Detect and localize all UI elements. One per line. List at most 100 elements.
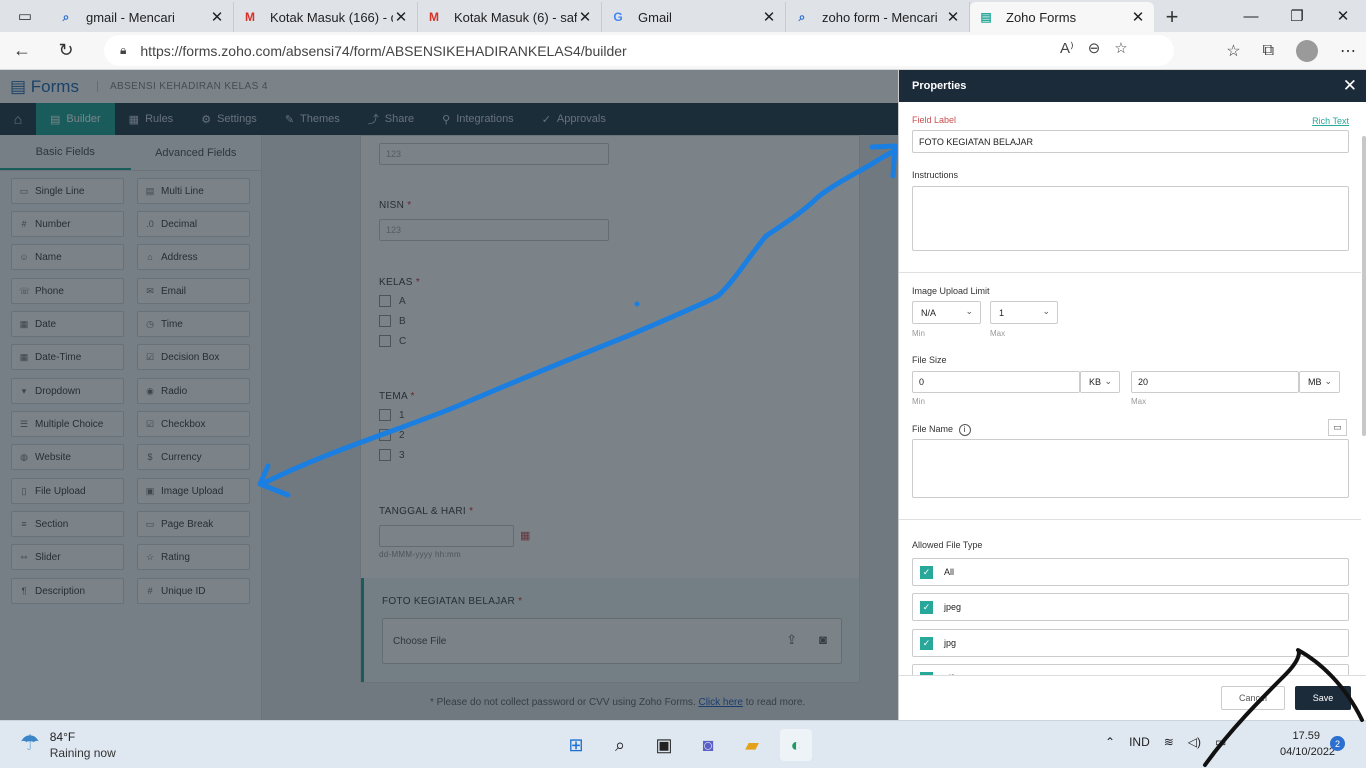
close-icon[interactable]: ✕ <box>1343 76 1357 96</box>
field-decision-box[interactable]: ☑ Decision Box <box>137 344 250 370</box>
favorites-icon[interactable]: ☆ <box>1226 41 1240 61</box>
close-tab-icon[interactable]: ✕ <box>945 8 961 26</box>
note-link[interactable]: Click here <box>698 697 742 708</box>
file-type-option[interactable]: ✓gif <box>912 664 1349 675</box>
restore-icon[interactable]: ❐ <box>1274 0 1320 32</box>
field-website[interactable]: ◍ Website <box>11 444 124 470</box>
close-tab-icon[interactable]: ✕ <box>209 8 225 26</box>
kelas-option[interactable]: B <box>379 315 406 327</box>
field-time[interactable]: ◷ Time <box>137 311 250 337</box>
nav-themes[interactable]: ✎ Themes <box>271 103 354 135</box>
chevron-up-icon[interactable]: ⌃ <box>1105 735 1115 749</box>
field-multi-line[interactable]: ▤ Multi Line <box>137 178 250 204</box>
size-min-unit-select[interactable]: KB ⌄ <box>1080 371 1120 393</box>
field-name[interactable]: ☺ Name <box>11 244 124 270</box>
edge-icon[interactable]: ◐ <box>780 729 812 761</box>
field-phone[interactable]: ☏ Phone <box>11 278 124 304</box>
browser-tab[interactable]: G Gmail ✕ <box>602 2 786 32</box>
instructions-textarea[interactable] <box>912 186 1349 251</box>
battery-icon[interactable]: ▭ <box>1215 735 1226 749</box>
windows-start-icon[interactable]: ⊞ <box>560 729 592 761</box>
field-page-break[interactable]: ▭ Page Break <box>137 511 250 537</box>
kelas-option[interactable]: C <box>379 335 406 347</box>
browser-tab[interactable]: ⌕ zoho form - Mencari ✕ <box>786 2 970 32</box>
field-date-time[interactable]: ▦ Date-Time <box>11 344 124 370</box>
weather-widget[interactable]: ☂ 84°F Raining now <box>20 730 116 760</box>
image-upload-box[interactable]: Choose File ⇪ ◙ <box>382 618 842 664</box>
tema-option[interactable]: 3 <box>379 449 405 461</box>
tab-actions-icon[interactable]: ▭ <box>0 0 50 32</box>
field-email[interactable]: ✉ Email <box>137 278 250 304</box>
cancel-button[interactable]: Cancel <box>1221 686 1285 710</box>
back-icon[interactable]: ← <box>0 40 44 61</box>
field-image-upload[interactable]: ▣ Image Upload <box>137 478 250 504</box>
field-section[interactable]: ≡ Section <box>11 511 124 537</box>
nav-share[interactable]: ⤴ Share <box>354 103 428 135</box>
tab-advanced-fields[interactable]: Advanced Fields <box>131 135 262 170</box>
size-max-input[interactable]: 20 <box>1131 371 1299 393</box>
file-type-option[interactable]: ✓ jpeg <box>912 593 1349 621</box>
upload-icon[interactable]: ⇪ <box>786 632 797 648</box>
file-explorer-icon[interactable]: ▰ <box>736 729 768 761</box>
app-logo[interactable]: ▤ Forms <box>10 77 79 97</box>
size-min-input[interactable]: 0 <box>912 371 1080 393</box>
read-aloud-icon[interactable]: A⁾ <box>1060 39 1074 57</box>
tab-basic-fields[interactable]: Basic Fields <box>0 135 131 170</box>
field-address[interactable]: ⌂ Address <box>137 244 250 270</box>
field-number[interactable]: # Number <box>11 211 124 237</box>
field-slider[interactable]: ⇿ Slider <box>11 544 124 570</box>
field-multiple-choice[interactable]: ☰ Multiple Choice <box>11 411 124 437</box>
chat-icon[interactable]: ◙ <box>692 729 724 761</box>
save-button[interactable]: Save <box>1295 686 1351 710</box>
size-max-unit-select[interactable]: MB ⌄ <box>1299 371 1340 393</box>
close-tab-icon[interactable]: ✕ <box>577 8 593 26</box>
close-tab-icon[interactable]: ✕ <box>761 8 777 26</box>
wifi-icon[interactable]: ≋ <box>1164 735 1174 749</box>
nisn-input[interactable]: 123 <box>379 219 609 241</box>
minimize-icon[interactable]: — <box>1228 0 1274 32</box>
tema-option[interactable]: 1 <box>379 409 405 421</box>
browser-tab[interactable]: M Kotak Masuk (6) - safir ✕ <box>418 2 602 32</box>
camera-icon[interactable]: ◙ <box>819 632 827 648</box>
insert-field-icon[interactable]: ▭ <box>1328 419 1347 436</box>
browser-tab[interactable]: ⌕ gmail - Mencari ✕ <box>50 2 234 32</box>
rich-text-link[interactable]: Rich Text <box>1312 116 1349 126</box>
file-type-option[interactable]: ✓ All <box>912 558 1349 586</box>
nav-rules[interactable]: ▦ Rules <box>115 103 188 135</box>
home-icon[interactable]: ⌂ <box>0 103 36 135</box>
form-input-top[interactable]: 123 <box>379 143 609 165</box>
collections-icon[interactable]: ⧉ <box>1263 42 1274 60</box>
field-label-input[interactable]: FOTO KEGIATAN BELAJAR <box>912 130 1349 153</box>
kelas-option[interactable]: A <box>379 295 406 307</box>
calendar-icon[interactable]: ▦ <box>520 529 530 542</box>
selected-field-foto[interactable]: FOTO KEGIATAN BELAJAR * Choose File ⇪ ◙ <box>361 578 859 682</box>
close-window-icon[interactable]: ✕ <box>1320 0 1366 32</box>
browser-tab-active[interactable]: ▤ Zoho Forms ✕ <box>970 2 1154 32</box>
clock[interactable]: 17.59 04/10/2022 <box>1280 728 1335 760</box>
language-indicator[interactable]: IND <box>1129 735 1150 749</box>
more-icon[interactable]: ⋯ <box>1340 41 1356 61</box>
nav-builder[interactable]: ▤ Builder <box>36 103 115 135</box>
zoom-icon[interactable]: ⊖ <box>1088 39 1101 57</box>
scrollbar[interactable] <box>1362 136 1366 436</box>
limit-max-select[interactable]: 1 ⌄ <box>990 301 1058 324</box>
favorite-add-icon[interactable]: ☆ <box>1114 39 1127 57</box>
field-radio[interactable]: ◉ Radio <box>137 378 250 404</box>
field-file-upload[interactable]: ▯ File Upload <box>11 478 124 504</box>
field-single-line[interactable]: ▭ Single Line <box>11 178 124 204</box>
field-dropdown[interactable]: ▾ Dropdown <box>11 378 124 404</box>
field-rating[interactable]: ☆ Rating <box>137 544 250 570</box>
profile-avatar[interactable] <box>1296 40 1318 62</box>
field-currency[interactable]: $ Currency <box>137 444 250 470</box>
field-checkbox[interactable]: ☑ Checkbox <box>137 411 250 437</box>
task-view-icon[interactable]: ▣ <box>648 729 680 761</box>
new-tab-button[interactable]: + <box>1154 2 1190 32</box>
lock-icon[interactable]: 🔒︎ <box>120 43 126 58</box>
field-decimal[interactable]: .0 Decimal <box>137 211 250 237</box>
field-unique-id[interactable]: # Unique ID <box>137 578 250 604</box>
file-type-option[interactable]: ✓ jpg <box>912 629 1349 657</box>
date-input[interactable] <box>379 525 514 547</box>
nav-integrations[interactable]: ⚲ Integrations <box>428 103 528 135</box>
field-date[interactable]: ▦ Date <box>11 311 124 337</box>
field-description[interactable]: ¶ Description <box>11 578 124 604</box>
